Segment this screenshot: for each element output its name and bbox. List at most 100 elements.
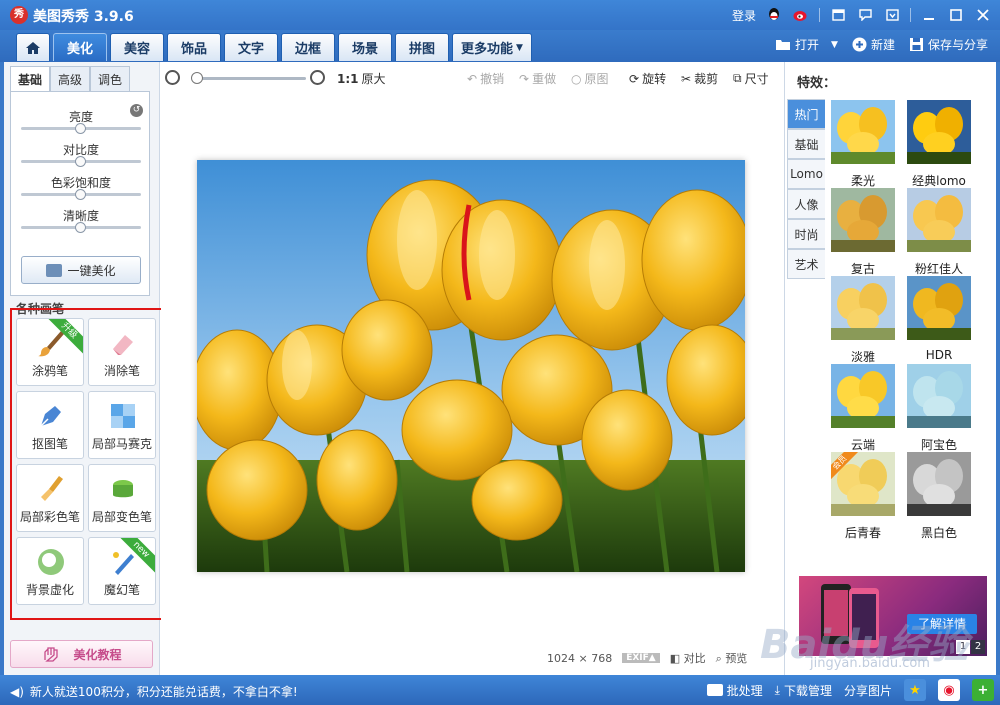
slider-knob[interactable]	[75, 189, 86, 200]
qq-icon[interactable]	[765, 6, 783, 24]
tab-beautify[interactable]: 美化	[53, 33, 107, 61]
slider-knob[interactable]	[75, 156, 86, 167]
star-icon[interactable]: ★	[904, 679, 926, 701]
open-button[interactable]: 打开 ▼	[775, 36, 838, 53]
speaker-icon: ◀)	[10, 684, 24, 699]
saturation-slider[interactable]	[21, 189, 141, 200]
tab-more-label: 更多功能	[461, 42, 514, 57]
effect-thumbnail	[831, 100, 895, 164]
close-icon[interactable]	[974, 6, 992, 24]
beautify-tutorial-button[interactable]: 美化教程	[10, 640, 153, 668]
fx-cat-basic[interactable]: 基础	[787, 129, 825, 159]
resize-label: 尺寸	[744, 72, 769, 86]
color-brush-button[interactable]: 局部彩色笔	[16, 464, 84, 532]
effect-thumbnail	[907, 100, 971, 164]
ad-page-2[interactable]: 2	[971, 640, 985, 654]
fx-cat-art[interactable]: 艺术	[787, 249, 825, 279]
recolor-brush-button[interactable]: 局部变色笔	[88, 464, 156, 532]
effect-elegant[interactable]: 淡雅	[829, 276, 897, 364]
app-window: 秀 美图秀秀 3.9.6 登录 美化 美容 饰品 文字 边框 场景 拼图 更多功…	[0, 0, 1000, 705]
one-click-beautify-button[interactable]: 一键美化	[21, 256, 141, 284]
slider-knob[interactable]	[75, 123, 86, 134]
status-message[interactable]: ◀) 新人就送100积分，积分还能兑话费，不拿白不拿!	[10, 683, 298, 700]
batch-icon	[706, 684, 723, 696]
magic-brush-button[interactable]: new 魔幻笔	[88, 537, 156, 605]
zoom-out-icon[interactable]	[165, 70, 180, 85]
redo-label: 重做	[532, 72, 557, 86]
plus-circle-icon	[852, 37, 867, 52]
resize-button[interactable]: ⧉ 尺寸	[733, 70, 769, 87]
login-link[interactable]: 登录	[732, 7, 756, 24]
tab-scenes[interactable]: 场景	[338, 33, 392, 61]
actual-size-button[interactable]: 1:1 原大	[337, 70, 386, 87]
chevron-down-icon[interactable]: ▼	[831, 40, 838, 50]
brush-label: 背景虚化	[25, 583, 74, 597]
zoom-in-icon[interactable]	[310, 70, 325, 85]
fx-cat-portrait[interactable]: 人像	[787, 189, 825, 219]
new-button[interactable]: 新建	[852, 36, 895, 53]
effect-cloud[interactable]: 云端	[829, 364, 897, 452]
home-tab[interactable]	[16, 33, 50, 61]
maximize-icon[interactable]	[947, 6, 965, 24]
fx-cat-lomo[interactable]: Lomo	[787, 159, 825, 189]
effect-soft-light[interactable]: 柔光	[829, 100, 897, 188]
background-blur-button[interactable]: 背景虚化	[16, 537, 84, 605]
plus-icon[interactable]: +	[972, 679, 994, 701]
doodle-brush-button[interactable]: 升级 涂鸦笔	[16, 318, 84, 386]
share-image-button[interactable]: 分享图片	[844, 682, 892, 699]
zoom-slider[interactable]	[191, 72, 306, 84]
cutout-brush-button[interactable]: 抠图笔	[16, 391, 84, 459]
subtab-basic[interactable]: 基础	[10, 66, 50, 92]
message-icon[interactable]	[856, 6, 874, 24]
compare-button[interactable]: ◧ 对比	[670, 650, 706, 666]
download-manager-button[interactable]: ⤓ 下载管理	[775, 682, 832, 699]
weibo-icon[interactable]: ◉	[938, 679, 960, 701]
contrast-slider[interactable]	[21, 156, 141, 167]
original-label: 原图	[584, 72, 609, 86]
effect-pink-lady[interactable]: 粉红佳人	[905, 188, 973, 276]
tab-more-features[interactable]: 更多功能 ▼	[452, 33, 532, 61]
tab-text[interactable]: 文字	[224, 33, 278, 61]
effect-hdr[interactable]: HDR	[905, 276, 973, 362]
zoom-knob[interactable]	[191, 72, 204, 84]
effect-youth[interactable]: 会员 后青春	[829, 452, 897, 540]
effect-abao[interactable]: 阿宝色	[905, 364, 973, 452]
ad-page-1[interactable]: 1	[956, 640, 970, 654]
brightness-slider[interactable]	[21, 123, 141, 134]
tab-beauty[interactable]: 美容	[110, 33, 164, 61]
effect-classic-lomo[interactable]: 经典lomo	[905, 100, 973, 188]
subtab-color[interactable]: 调色	[90, 66, 130, 92]
minimize-icon[interactable]	[920, 6, 938, 24]
eraser-brush-button[interactable]: 消除笔	[88, 318, 156, 386]
mosaic-brush-button[interactable]: 局部马赛克	[88, 391, 156, 459]
save-share-button[interactable]: 保存与分享	[909, 36, 988, 53]
preview-button[interactable]: ⌕ 预览	[716, 650, 748, 666]
batch-process-button[interactable]: 批处理	[706, 682, 763, 699]
rotate-button[interactable]: ⟳ 旋转	[629, 70, 666, 87]
slider-knob[interactable]	[75, 222, 86, 233]
original-image-button[interactable]: ○ 原图	[571, 70, 609, 87]
effect-label: 柔光	[850, 174, 875, 188]
crop-button[interactable]: ✂ 裁剪	[681, 70, 718, 87]
learn-more-button[interactable]: 了解详情	[907, 614, 977, 634]
tab-collage[interactable]: 拼图	[395, 33, 449, 61]
effect-vintage[interactable]: 复古	[829, 188, 897, 276]
fx-cat-fashion[interactable]: 时尚	[787, 219, 825, 249]
tab-decorations[interactable]: 饰品	[167, 33, 221, 61]
tab-frames[interactable]: 边框	[281, 33, 335, 61]
advert-banner[interactable]: 了解详情 1 2	[799, 576, 987, 656]
sharpness-slider[interactable]	[21, 222, 141, 233]
redo-button[interactable]: ↷ 重做	[519, 70, 556, 87]
skin-icon[interactable]	[829, 6, 847, 24]
new-label: 新建	[870, 38, 895, 52]
menu-icon[interactable]	[883, 6, 901, 24]
weibo-icon[interactable]	[792, 6, 810, 24]
fx-cat-hot[interactable]: 热门	[787, 99, 825, 129]
mosaic-icon	[111, 404, 135, 428]
undo-button[interactable]: ↶ 撤销	[467, 70, 504, 87]
subtab-advanced[interactable]: 高级	[50, 66, 90, 92]
exif-button[interactable]: EXIF▲	[622, 653, 660, 663]
photo-canvas[interactable]	[197, 160, 745, 572]
paint-bucket-icon	[113, 480, 133, 498]
effect-black-white[interactable]: 黑白色	[905, 452, 973, 540]
